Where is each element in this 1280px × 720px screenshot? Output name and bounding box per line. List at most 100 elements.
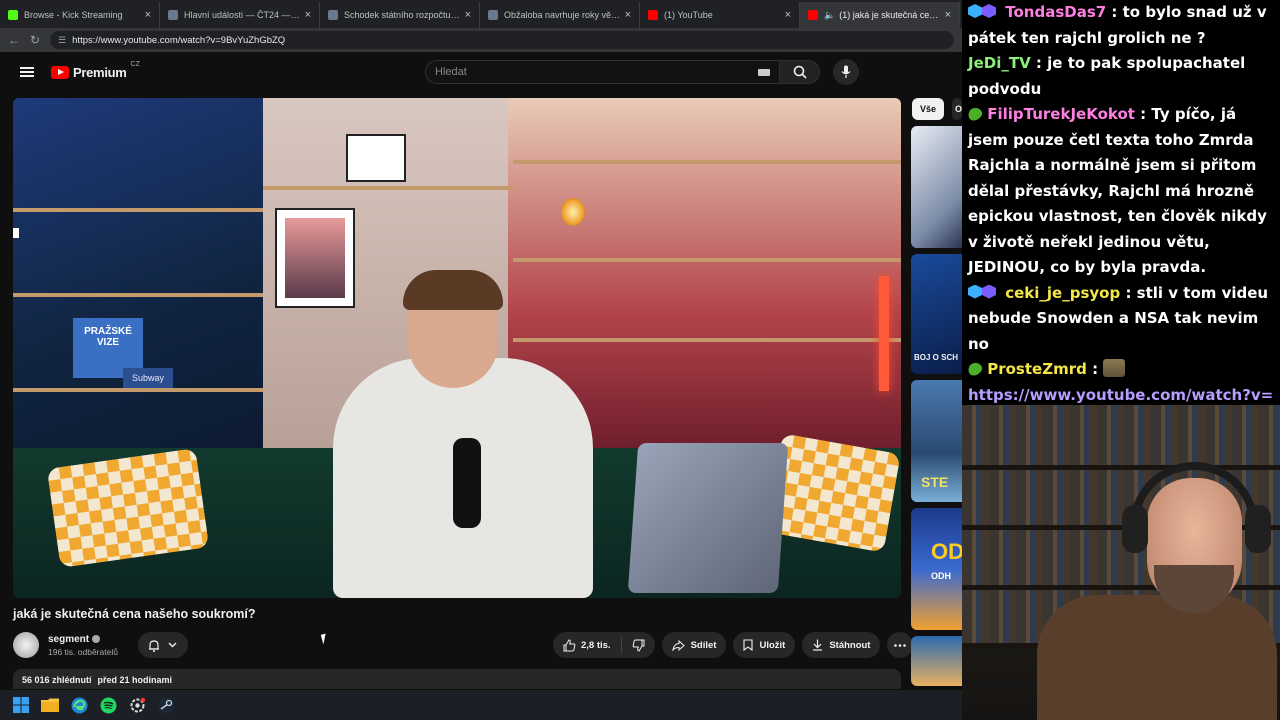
search-input[interactable]: Hledat (425, 60, 780, 84)
shelf (962, 465, 1280, 470)
voice-search-button[interactable] (833, 59, 859, 85)
close-tab-icon[interactable]: × (945, 9, 951, 21)
search-bar: Hledat (425, 59, 820, 85)
close-tab-icon[interactable]: × (785, 9, 791, 21)
browser-tab[interactable]: Hlavní události — ČT24 — Česká × (160, 2, 320, 28)
chat-username[interactable]: ceki_je_psyop (1005, 284, 1120, 302)
browser-tab[interactable]: Browse - Kick Streaming × (0, 2, 160, 28)
tab-favicon-icon (648, 10, 658, 20)
search-button[interactable] (780, 60, 820, 84)
tab-favicon-icon (328, 10, 338, 20)
chat-username[interactable]: TondasDas7 (1005, 3, 1106, 21)
chat-separator: : (1086, 360, 1104, 378)
recommended-thumbnail[interactable]: BOJ O SCH (911, 254, 962, 374)
browser-tab[interactable]: Obžaloba navrhuje roky vězení pr × (480, 2, 640, 28)
chip-all[interactable]: Vše (912, 98, 945, 120)
browser-tab[interactable]: 🔈 (1) jaká je skutečná cena naše × (800, 2, 960, 28)
speaker-icon[interactable]: 🔈 (824, 10, 835, 21)
settings-gear-icon[interactable] (128, 696, 146, 714)
channel-row: segment 196 tis. odběratelů (13, 630, 188, 660)
steam-icon[interactable] (157, 696, 175, 714)
close-tab-icon[interactable]: × (465, 9, 471, 21)
share-button[interactable]: Sdílet (661, 632, 727, 658)
chat-separator: : (1030, 54, 1048, 72)
channel-name-row[interactable]: segment (48, 634, 118, 645)
edge-browser-icon[interactable] (70, 696, 88, 714)
chat-separator: : (1134, 105, 1152, 123)
chat-username[interactable]: ProsteZmrd (987, 360, 1087, 378)
menu-icon[interactable] (20, 67, 34, 77)
site-info-icon[interactable]: ☰ (58, 35, 66, 46)
chat-message: FilipTurekJeKokot : Ty píčo, já jsem pou… (965, 102, 1274, 281)
more-actions-button[interactable] (887, 632, 914, 658)
thumbnail-text: OD (931, 539, 962, 564)
presenter-hair (403, 270, 503, 310)
dislike-button[interactable] (622, 639, 655, 652)
notifications-button[interactable] (137, 632, 188, 658)
tab-title: (1) jaká je skutečná cena naše (839, 10, 940, 20)
browser-tab-bar: Browse - Kick Streaming × Hlavní události … (0, 0, 962, 28)
close-tab-icon[interactable]: × (145, 9, 151, 21)
share-icon (671, 639, 685, 651)
description-box[interactable]: 56 016 zhlédnutí před 21 hodinami (13, 669, 901, 689)
view-count: 56 016 zhlédnutí (22, 675, 92, 685)
recommended-thumbnail[interactable]: OD ODH (911, 508, 962, 630)
download-icon (813, 639, 823, 651)
chat-username[interactable]: JeDi_TV (968, 54, 1031, 72)
subscriber-badge-icon (968, 284, 1000, 299)
bell-icon (149, 639, 160, 652)
save-button[interactable]: Uložit (733, 632, 796, 658)
thumbnail-text: ODH (931, 571, 951, 581)
channel-info: segment 196 tis. odběratelů (48, 634, 118, 657)
shelf (13, 208, 263, 212)
picture-frame (275, 208, 355, 308)
reload-icon[interactable]: ↻ (30, 33, 40, 47)
recommended-thumbnail[interactable]: STE (911, 380, 962, 502)
streamer-shirt (1037, 595, 1277, 720)
logo-text: Premium (73, 64, 127, 80)
tab-favicon-icon (168, 10, 178, 20)
address-bar-row: ← ↻ ☰ https://www.youtube.com/watch?v=9B… (0, 28, 962, 52)
leaf-badge-icon (965, 360, 985, 378)
url-field[interactable]: ☰ https://www.youtube.com/watch?v=9BvYuZ… (50, 31, 954, 49)
neon-light (879, 276, 889, 391)
laptop (627, 443, 789, 593)
close-tab-icon[interactable]: × (305, 9, 311, 21)
subscriber-count: 196 tis. odběratelů (48, 646, 118, 657)
like-dislike-group: 2,8 tis. (553, 632, 655, 658)
chip-other[interactable]: O (952, 98, 963, 120)
browser-tab[interactable]: Schodek státního rozpočtu činil v × (320, 2, 480, 28)
neon-light (13, 228, 19, 238)
keyboard-icon[interactable] (758, 68, 770, 76)
chat-message: JeDi_TV : je to pak spolupachatel podvod… (968, 51, 1274, 102)
back-icon[interactable]: ← (8, 33, 20, 47)
shelf (263, 186, 513, 190)
action-bar: 2,8 tis. Sdílet Uložit Stáhnout (553, 632, 914, 658)
thumbnail-text: BOJ O SCH (914, 353, 959, 362)
shelf (513, 160, 901, 164)
poster: Subway (123, 368, 173, 388)
download-button[interactable]: Stáhnout (802, 632, 881, 658)
tab-favicon-icon (8, 10, 18, 20)
chat-text: Ty píčo, já jsem pouze četl texta toho Z… (968, 105, 1267, 276)
file-explorer-icon[interactable] (41, 696, 59, 714)
download-label: Stáhnout (829, 639, 871, 651)
shelf (513, 258, 901, 262)
close-tab-icon[interactable]: × (625, 9, 631, 21)
channel-name[interactable]: segment (48, 634, 89, 645)
recommended-thumbnail[interactable] (911, 636, 962, 686)
stream-chat-overlay: TondasDas7 : to bylo snad už v pátek ten… (962, 0, 1280, 429)
video-player[interactable]: PRAŽSKÉ VIZE Subway (13, 98, 901, 598)
picture-frame (346, 134, 406, 182)
browser-tab[interactable]: (1) YouTube × (640, 2, 800, 28)
channel-avatar[interactable] (13, 632, 39, 658)
spotify-icon[interactable] (99, 696, 117, 714)
microphone-icon (841, 65, 851, 78)
windows-start-icon[interactable] (12, 696, 30, 714)
chat-message: TondasDas7 : to bylo snad už v pátek ten… (968, 0, 1274, 51)
shelf (13, 388, 263, 392)
like-button[interactable]: 2,8 tis. (553, 637, 622, 653)
chat-username[interactable]: FilipTurekJeKokot (987, 105, 1135, 123)
recommended-thumbnail[interactable] (911, 126, 962, 248)
youtube-logo[interactable]: Premium CZ (51, 61, 140, 80)
